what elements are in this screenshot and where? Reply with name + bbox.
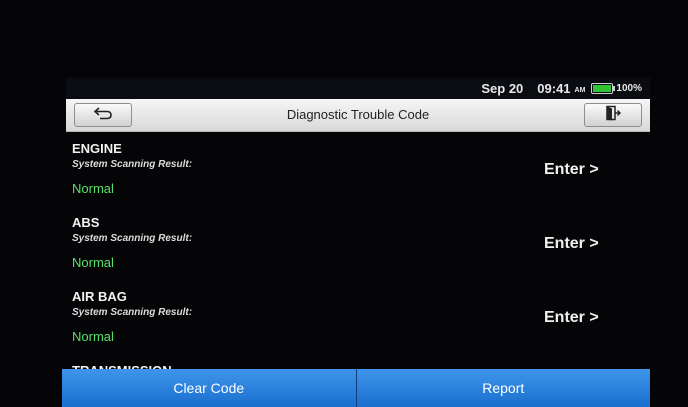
status-bar: Sep 20 09:41 AM 100%: [66, 78, 650, 99]
status-ampm: AM: [574, 87, 586, 94]
system-result: Normal: [72, 255, 114, 270]
screen-bezel: [0, 0, 688, 76]
system-name: AIR BAG: [72, 289, 127, 304]
bottom-toolbar: Clear Code Report: [62, 369, 650, 407]
enter-button[interactable]: Enter >: [544, 161, 599, 179]
system-result: Normal: [72, 329, 114, 344]
enter-button[interactable]: Enter >: [544, 235, 599, 253]
system-result: Normal: [72, 181, 114, 196]
list-item-abs[interactable]: ABS System Scanning Result: Normal Enter…: [66, 205, 650, 279]
system-subtitle: System Scanning Result:: [72, 159, 193, 170]
battery-percent: 100%: [616, 83, 642, 94]
enter-button[interactable]: Enter >: [544, 309, 599, 327]
exit-button[interactable]: [584, 103, 642, 127]
status-date: Sep 20: [481, 81, 524, 96]
status-time: 09:41: [537, 81, 571, 96]
title-bar: Diagnostic Trouble Code: [66, 99, 650, 132]
battery-icon: [591, 83, 616, 94]
system-subtitle: System Scanning Result:: [72, 307, 193, 318]
report-button[interactable]: Report: [355, 369, 650, 407]
system-name: ENGINE: [72, 141, 122, 156]
exit-icon: [605, 105, 621, 126]
system-subtitle: System Scanning Result:: [72, 233, 193, 244]
clear-code-button[interactable]: Clear Code: [62, 369, 356, 407]
list-item-air-bag[interactable]: AIR BAG System Scanning Result: Normal E…: [66, 279, 650, 353]
system-name: ABS: [72, 215, 100, 230]
page-title: Diagnostic Trouble Code: [286, 107, 430, 122]
system-list: ENGINE System Scanning Result: Normal En…: [66, 131, 650, 373]
list-item-engine[interactable]: ENGINE System Scanning Result: Normal En…: [66, 131, 650, 205]
